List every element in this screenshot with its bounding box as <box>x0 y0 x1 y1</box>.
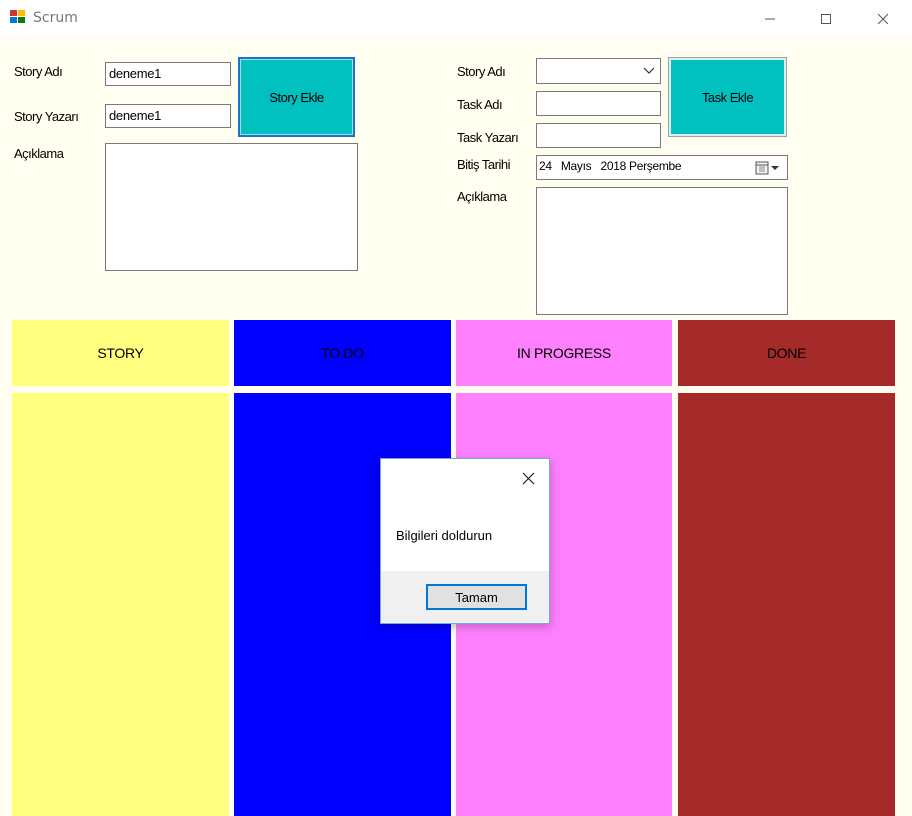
maximize-button[interactable] <box>803 0 849 37</box>
in-progress-column-title: IN PROGRESS <box>517 345 611 361</box>
story-column-body <box>12 393 229 816</box>
done-column-title: DONE <box>766 345 807 361</box>
task-name-input[interactable] <box>536 91 661 116</box>
task-name-label: Task Adı <box>457 97 503 112</box>
dialog-ok-button[interactable]: Tamam <box>426 584 527 610</box>
in-progress-column-header: IN PROGRESS <box>456 320 672 386</box>
todo-column-header: TO DO <box>234 320 451 386</box>
app-icon <box>10 10 25 23</box>
window-title: Scrum <box>33 10 78 26</box>
task-story-label: Story Adı <box>457 64 506 79</box>
task-author-label: Task Yazarı <box>457 130 519 145</box>
task-description-label: Açıklama <box>457 189 507 204</box>
minimize-button[interactable] <box>747 0 793 37</box>
done-column-header: DONE <box>678 320 895 386</box>
done-column-body <box>678 393 895 816</box>
minimize-icon <box>765 18 775 19</box>
close-button[interactable] <box>860 0 906 37</box>
story-author-input[interactable]: deneme1 <box>105 104 231 128</box>
task-author-input[interactable] <box>536 123 661 148</box>
story-column-title: STORY <box>97 345 144 361</box>
maximize-icon <box>821 13 831 24</box>
due-date-value: 24 Mayıs 2018 Perşembe <box>539 159 682 173</box>
due-date-label: Bitiş Tarihi <box>457 157 511 172</box>
dialog-message: Bilgileri doldurun <box>396 528 493 543</box>
calendar-dropdown-icon[interactable] <box>755 161 783 175</box>
chevron-down-icon <box>643 67 655 74</box>
due-date-picker[interactable]: 24 Mayıs 2018 Perşembe <box>536 155 788 180</box>
task-add-button[interactable]: Task Ekle <box>668 57 787 137</box>
close-icon <box>877 13 889 24</box>
story-author-label: Story Yazarı <box>14 109 79 124</box>
story-name-input[interactable]: deneme1 <box>105 62 231 86</box>
task-story-select[interactable] <box>536 58 661 84</box>
todo-column-title: TO DO <box>321 345 364 361</box>
dialog-close-icon[interactable] <box>522 472 535 485</box>
story-name-label: Story Adı <box>14 64 63 79</box>
story-column-header: STORY <box>12 320 229 386</box>
task-description-textarea[interactable] <box>536 187 788 315</box>
story-add-button[interactable]: Story Ekle <box>238 57 355 137</box>
story-description-textarea[interactable] <box>105 143 358 271</box>
story-description-label: Açıklama <box>14 146 64 161</box>
message-dialog: Bilgileri doldurun Tamam <box>380 458 550 624</box>
